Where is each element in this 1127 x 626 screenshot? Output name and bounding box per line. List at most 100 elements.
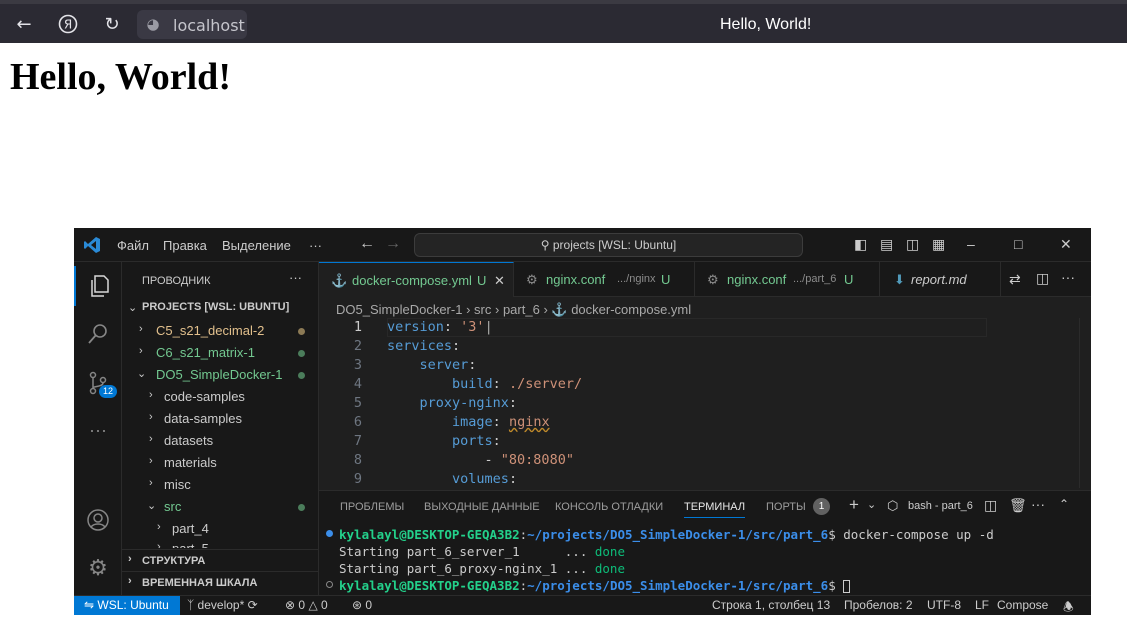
terminal-cube-icon: ⬡ <box>887 498 899 513</box>
explorer-icon[interactable] <box>74 266 122 306</box>
tab-docker-compose[interactable]: ⚓ docker-compose.yml U ✕ <box>319 262 514 297</box>
ports-item[interactable]: ⊛ 0 <box>352 598 372 612</box>
breadcrumb: DO5_SimpleDocker-1 › src › part_6 › ⚓ do… <box>336 302 691 318</box>
tab-nginx-conf[interactable]: ⚙ nginx.conf .../nginx U <box>514 262 695 297</box>
nav-back-icon[interactable]: ← <box>359 235 375 253</box>
search-icon[interactable] <box>74 314 122 354</box>
tab-nginx-conf-part6[interactable]: ⚙ nginx.conf .../part_6 U <box>695 262 880 297</box>
tree-item[interactable]: › code-samples <box>122 386 319 408</box>
reload-icon[interactable]: ↻ <box>99 11 125 37</box>
line-ending[interactable]: LF <box>975 598 989 612</box>
terminal-line: kylalayl@DESKTOP-GEQA3B2:~/projects/DO5_… <box>326 578 851 593</box>
chevron-right-icon: › <box>466 302 475 317</box>
tab-terminal[interactable]: ТЕРМИНАЛ <box>684 501 746 518</box>
svg-text:Я: Я <box>64 18 72 32</box>
encoding[interactable]: UTF-8 <box>927 598 961 612</box>
notifications-bell-icon[interactable]: 🕭 <box>1063 598 1074 615</box>
tree-item[interactable]: › part_4 <box>122 518 319 540</box>
code-line: 4 build: ./server/ <box>353 376 583 392</box>
broadcast-icon: ⊛ <box>352 598 363 612</box>
code-line: 6 image: nginx <box>353 414 550 430</box>
editor-scrollbar[interactable] <box>1079 318 1091 488</box>
breadcrumb-item[interactable]: src <box>474 302 491 317</box>
editor-more-icon[interactable]: ··· <box>1061 269 1075 285</box>
site-info-icon[interactable]: ◕ <box>140 11 166 37</box>
command-center[interactable]: ⚲ projects [WSL: Ubuntu] <box>414 233 803 257</box>
terminal-cursor <box>843 580 851 593</box>
maximize-panel-icon[interactable]: ⌃ <box>1059 497 1069 511</box>
menu-file[interactable]: Файл <box>117 238 149 253</box>
explorer-more-icon[interactable]: ··· <box>289 270 302 285</box>
breadcrumb-item[interactable]: DO5_SimpleDocker-1 <box>336 302 462 317</box>
source-control-icon[interactable]: 12 <box>74 363 122 403</box>
tree-root[interactable]: ⌄ PROJECTS [WSL: UBUNTU] <box>122 298 319 320</box>
breadcrumb-item[interactable]: part_6 <box>503 302 540 317</box>
toggle-sidebar-icon[interactable]: ◧ <box>854 236 867 253</box>
tree-item[interactable]: › C6_s21_matrix-1 <box>122 342 319 364</box>
tree-item[interactable]: › C5_s21_decimal-2 <box>122 320 319 342</box>
yandex-logo-icon[interactable]: Я <box>55 11 81 37</box>
new-terminal-icon[interactable]: + <box>849 495 859 515</box>
explorer-sidebar: ПРОВОДНИК ··· ⌄ PROJECTS [WSL: UBUNTU] › C… <box>122 262 319 595</box>
trash-icon[interactable]: 🗑 <box>1009 497 1027 514</box>
indentation[interactable]: Пробелов: 2 <box>844 598 913 612</box>
terminal-name[interactable]: bash - part_6 <box>908 500 973 512</box>
compare-changes-icon[interactable]: ⇄ <box>1009 271 1021 288</box>
close-tab-icon[interactable]: ✕ <box>494 273 505 289</box>
chevron-right-icon: › <box>494 302 503 317</box>
tab-output[interactable]: ВЫХОДНЫЕ ДАННЫЕ <box>424 501 540 513</box>
language-mode[interactable]: Compose <box>997 598 1048 612</box>
split-editor-icon[interactable]: ◫ <box>1036 270 1049 287</box>
chevron-right-icon: › <box>139 323 143 335</box>
close-icon[interactable]: ✕ <box>1060 236 1072 253</box>
chevron-right-icon: › <box>157 521 161 533</box>
tree-item[interactable]: ⌄ DO5_SimpleDocker-1 <box>122 364 319 386</box>
breadcrumb-item[interactable]: docker-compose.yml <box>571 302 691 317</box>
maximize-icon[interactable]: □ <box>1014 236 1022 252</box>
back-arrow-icon[interactable]: ← <box>11 11 37 37</box>
minimize-icon[interactable]: – <box>967 236 975 252</box>
toggle-secondary-sidebar-icon[interactable]: ◫ <box>906 236 919 253</box>
outline-section[interactable]: › СТРУКТУРА <box>122 549 319 571</box>
code-line: 5 proxy-nginx: <box>353 395 518 411</box>
tree-item[interactable]: › misc <box>122 474 319 496</box>
command-center-label: projects [WSL: Ubuntu] <box>552 238 677 252</box>
tab-report-md[interactable]: ⬇ report.md <box>880 262 1001 297</box>
remote-indicator[interactable]: ⇋ WSL: Ubuntu <box>74 596 180 615</box>
branch-item[interactable]: ᛉ develop* ⟳ <box>187 598 258 612</box>
tab-ports[interactable]: ПОРТЫ <box>766 501 806 513</box>
tree-item[interactable]: ⌄ src <box>122 496 319 518</box>
layout-icon[interactable]: ▦ <box>932 236 945 253</box>
menu-more[interactable]: ··· <box>309 238 322 253</box>
error-icon: ⊗ <box>285 598 296 612</box>
panel-more-icon[interactable]: ··· <box>1031 496 1045 512</box>
branch-icon: ᛉ <box>187 598 195 612</box>
tree-item[interactable]: ›part_5 <box>122 538 319 548</box>
chevron-right-icon: › <box>128 575 132 587</box>
nav-forward-icon[interactable]: → <box>385 235 401 253</box>
split-terminal-icon[interactable]: ◫ <box>984 497 997 514</box>
cursor-position[interactable]: Строка 1, столбец 13 <box>712 598 830 612</box>
account-icon[interactable] <box>74 500 122 540</box>
timeline-section[interactable]: › ВРЕМЕННАЯ ШКАЛА <box>122 571 319 593</box>
url-text[interactable]: localhost <box>173 16 245 35</box>
remote-icon: ⇋ <box>84 598 98 612</box>
tab-debug-console[interactable]: КОНСОЛЬ ОТЛАДКИ <box>555 501 663 513</box>
explorer-title: ПРОВОДНИК <box>142 275 211 287</box>
toggle-panel-icon[interactable]: ▤ <box>880 236 893 253</box>
problems-item[interactable]: ⊗ 0 △ 0 <box>285 598 328 612</box>
tree-item[interactable]: › materials <box>122 452 319 474</box>
code-editor[interactable]: 1 version: '3'| 2 services: 3 server: 4 bu… <box>319 318 1091 488</box>
chevron-down-icon[interactable]: ⌄ <box>867 498 876 511</box>
bottom-panel: ПРОБЛЕМЫ ВЫХОДНЫЕ ДАННЫЕ КОНСОЛЬ ОТЛАДКИ… <box>319 490 1091 595</box>
more-views-icon[interactable]: ··· <box>74 410 122 450</box>
settings-gear-icon[interactable]: ⚙ <box>74 548 122 588</box>
chevron-right-icon: › <box>149 389 153 401</box>
tab-problems[interactable]: ПРОБЛЕМЫ <box>340 501 404 513</box>
tree-item[interactable]: › data-samples <box>122 408 319 430</box>
menu-edit[interactable]: Правка <box>163 238 207 253</box>
gear-icon: ⚙ <box>707 272 719 287</box>
tree-item[interactable]: › datasets <box>122 430 319 452</box>
gear-icon: ⚙ <box>526 272 538 287</box>
menu-selection[interactable]: Выделение <box>222 238 291 253</box>
